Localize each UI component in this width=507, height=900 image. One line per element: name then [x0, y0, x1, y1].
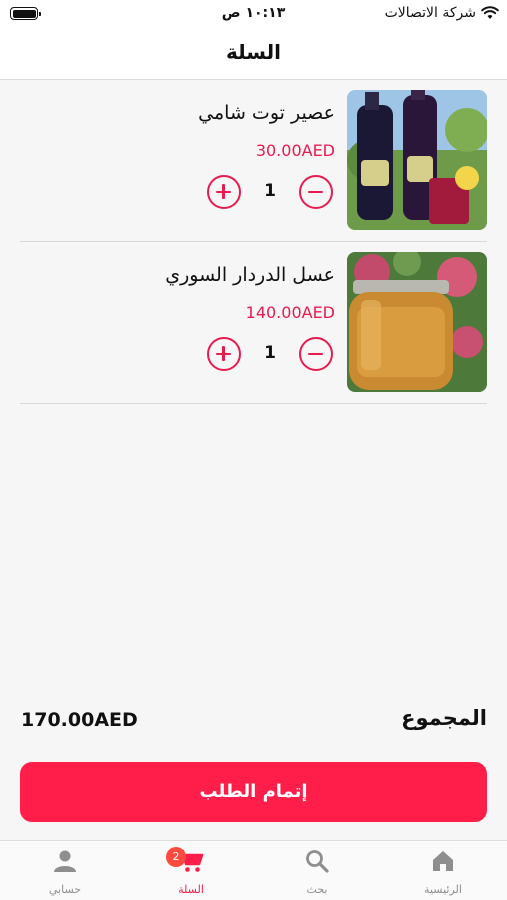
- product-name: عسل الدردار السوري: [165, 264, 335, 286]
- product-image[interactable]: [347, 252, 487, 392]
- cart-item: عسل الدردار السوري 140.00AED 1: [20, 242, 487, 404]
- honey-jar-photo: [347, 252, 487, 392]
- increase-quantity-button[interactable]: [207, 337, 241, 371]
- tab-cart[interactable]: 2 السلة: [128, 841, 254, 900]
- tab-account[interactable]: حسابي: [2, 841, 128, 900]
- increase-quantity-button[interactable]: [207, 175, 241, 209]
- tab-label: حسابي: [48, 883, 82, 896]
- quantity-value: 1: [264, 181, 276, 201]
- product-price: 140.00AED: [245, 303, 335, 322]
- carrier-name: شركة الاتصالات: [384, 5, 476, 21]
- quantity-stepper: 1: [207, 175, 333, 209]
- nav-bar: السلة: [0, 30, 507, 80]
- tab-label: السلة: [178, 883, 204, 896]
- cart-count-badge: 2: [166, 847, 186, 867]
- tab-label: بحث: [306, 883, 328, 896]
- berry-juice-bottles-photo: [347, 90, 487, 230]
- product-name: عصير توت شامي: [198, 102, 335, 124]
- checkout-button[interactable]: إتمام الطلب: [20, 762, 487, 822]
- quantity-value: 1: [264, 343, 276, 363]
- tab-label: الرئيسية: [424, 883, 462, 896]
- home-icon: [433, 851, 453, 871]
- product-image[interactable]: [347, 90, 487, 230]
- quantity-stepper: 1: [207, 337, 333, 371]
- decrease-quantity-button[interactable]: [299, 175, 333, 209]
- person-icon: [54, 850, 76, 872]
- tab-bar: الرئيسية بحث 2 السلة حسابي: [0, 840, 507, 900]
- page-title: السلة: [225, 40, 281, 64]
- product-price: 30.00AED: [255, 141, 335, 160]
- tab-search[interactable]: بحث: [254, 841, 380, 900]
- tab-home[interactable]: الرئيسية: [380, 841, 506, 900]
- status-bar: ١٠:١٣ ص شركة الاتصالات: [0, 0, 507, 30]
- cart-item: عصير توت شامي 30.00AED 1: [20, 80, 487, 242]
- decrease-quantity-button[interactable]: [299, 337, 333, 371]
- carrier-info: شركة الاتصالات: [385, 5, 499, 21]
- total-value: 170.00AED: [21, 709, 138, 731]
- search-icon: [306, 850, 329, 873]
- wifi-icon: [481, 6, 499, 19]
- total-label: المجموع: [401, 706, 487, 730]
